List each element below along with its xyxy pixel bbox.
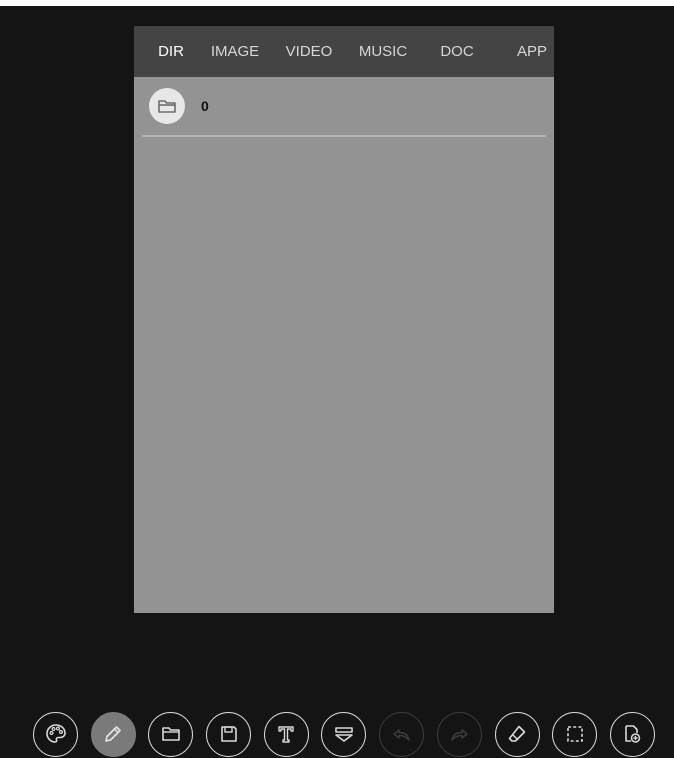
pencil-button[interactable] (90, 711, 136, 757)
tab-app[interactable]: APP (494, 43, 570, 60)
text-button[interactable] (263, 711, 309, 757)
undo-icon (392, 729, 410, 741)
eraser-button[interactable] (494, 711, 540, 757)
layers-button[interactable] (321, 711, 367, 757)
open-folder-button[interactable] (148, 711, 194, 757)
tab-dir[interactable]: DIR (144, 43, 198, 60)
new-page-button[interactable] (609, 711, 655, 757)
tab-doc[interactable]: DOC (420, 43, 494, 60)
tab-video[interactable]: VIDEO (272, 43, 346, 60)
bottom-toolbar (33, 710, 655, 758)
undo-button[interactable] (379, 711, 425, 757)
tab-image[interactable]: IMAGE (198, 43, 272, 60)
tab-music[interactable]: MUSIC (346, 43, 420, 60)
top-strip (0, 0, 674, 6)
text-icon (278, 726, 294, 743)
file-browser-panel: DIR IMAGE VIDEO MUSIC DOC APP 0 (134, 26, 554, 613)
list-item-label: 0 (201, 98, 209, 114)
redo-button[interactable] (436, 711, 482, 757)
screen: DIR IMAGE VIDEO MUSIC DOC APP 0 (0, 0, 674, 758)
select-icon (566, 726, 583, 742)
folder-avatar (149, 88, 185, 124)
redo-icon (451, 729, 469, 741)
palette-icon (45, 724, 66, 743)
list-item[interactable]: 0 (142, 77, 546, 137)
folder-icon (158, 100, 176, 113)
save-button[interactable] (206, 711, 252, 757)
folder-icon (162, 727, 180, 741)
new-page-icon (625, 725, 641, 743)
pencil-icon (105, 726, 121, 742)
selection-button[interactable] (552, 711, 598, 757)
save-icon (220, 726, 237, 742)
eraser-icon (508, 725, 526, 742)
layers-icon (335, 727, 353, 742)
tab-bar: DIR IMAGE VIDEO MUSIC DOC APP (134, 26, 554, 77)
palette-button[interactable] (33, 711, 78, 757)
